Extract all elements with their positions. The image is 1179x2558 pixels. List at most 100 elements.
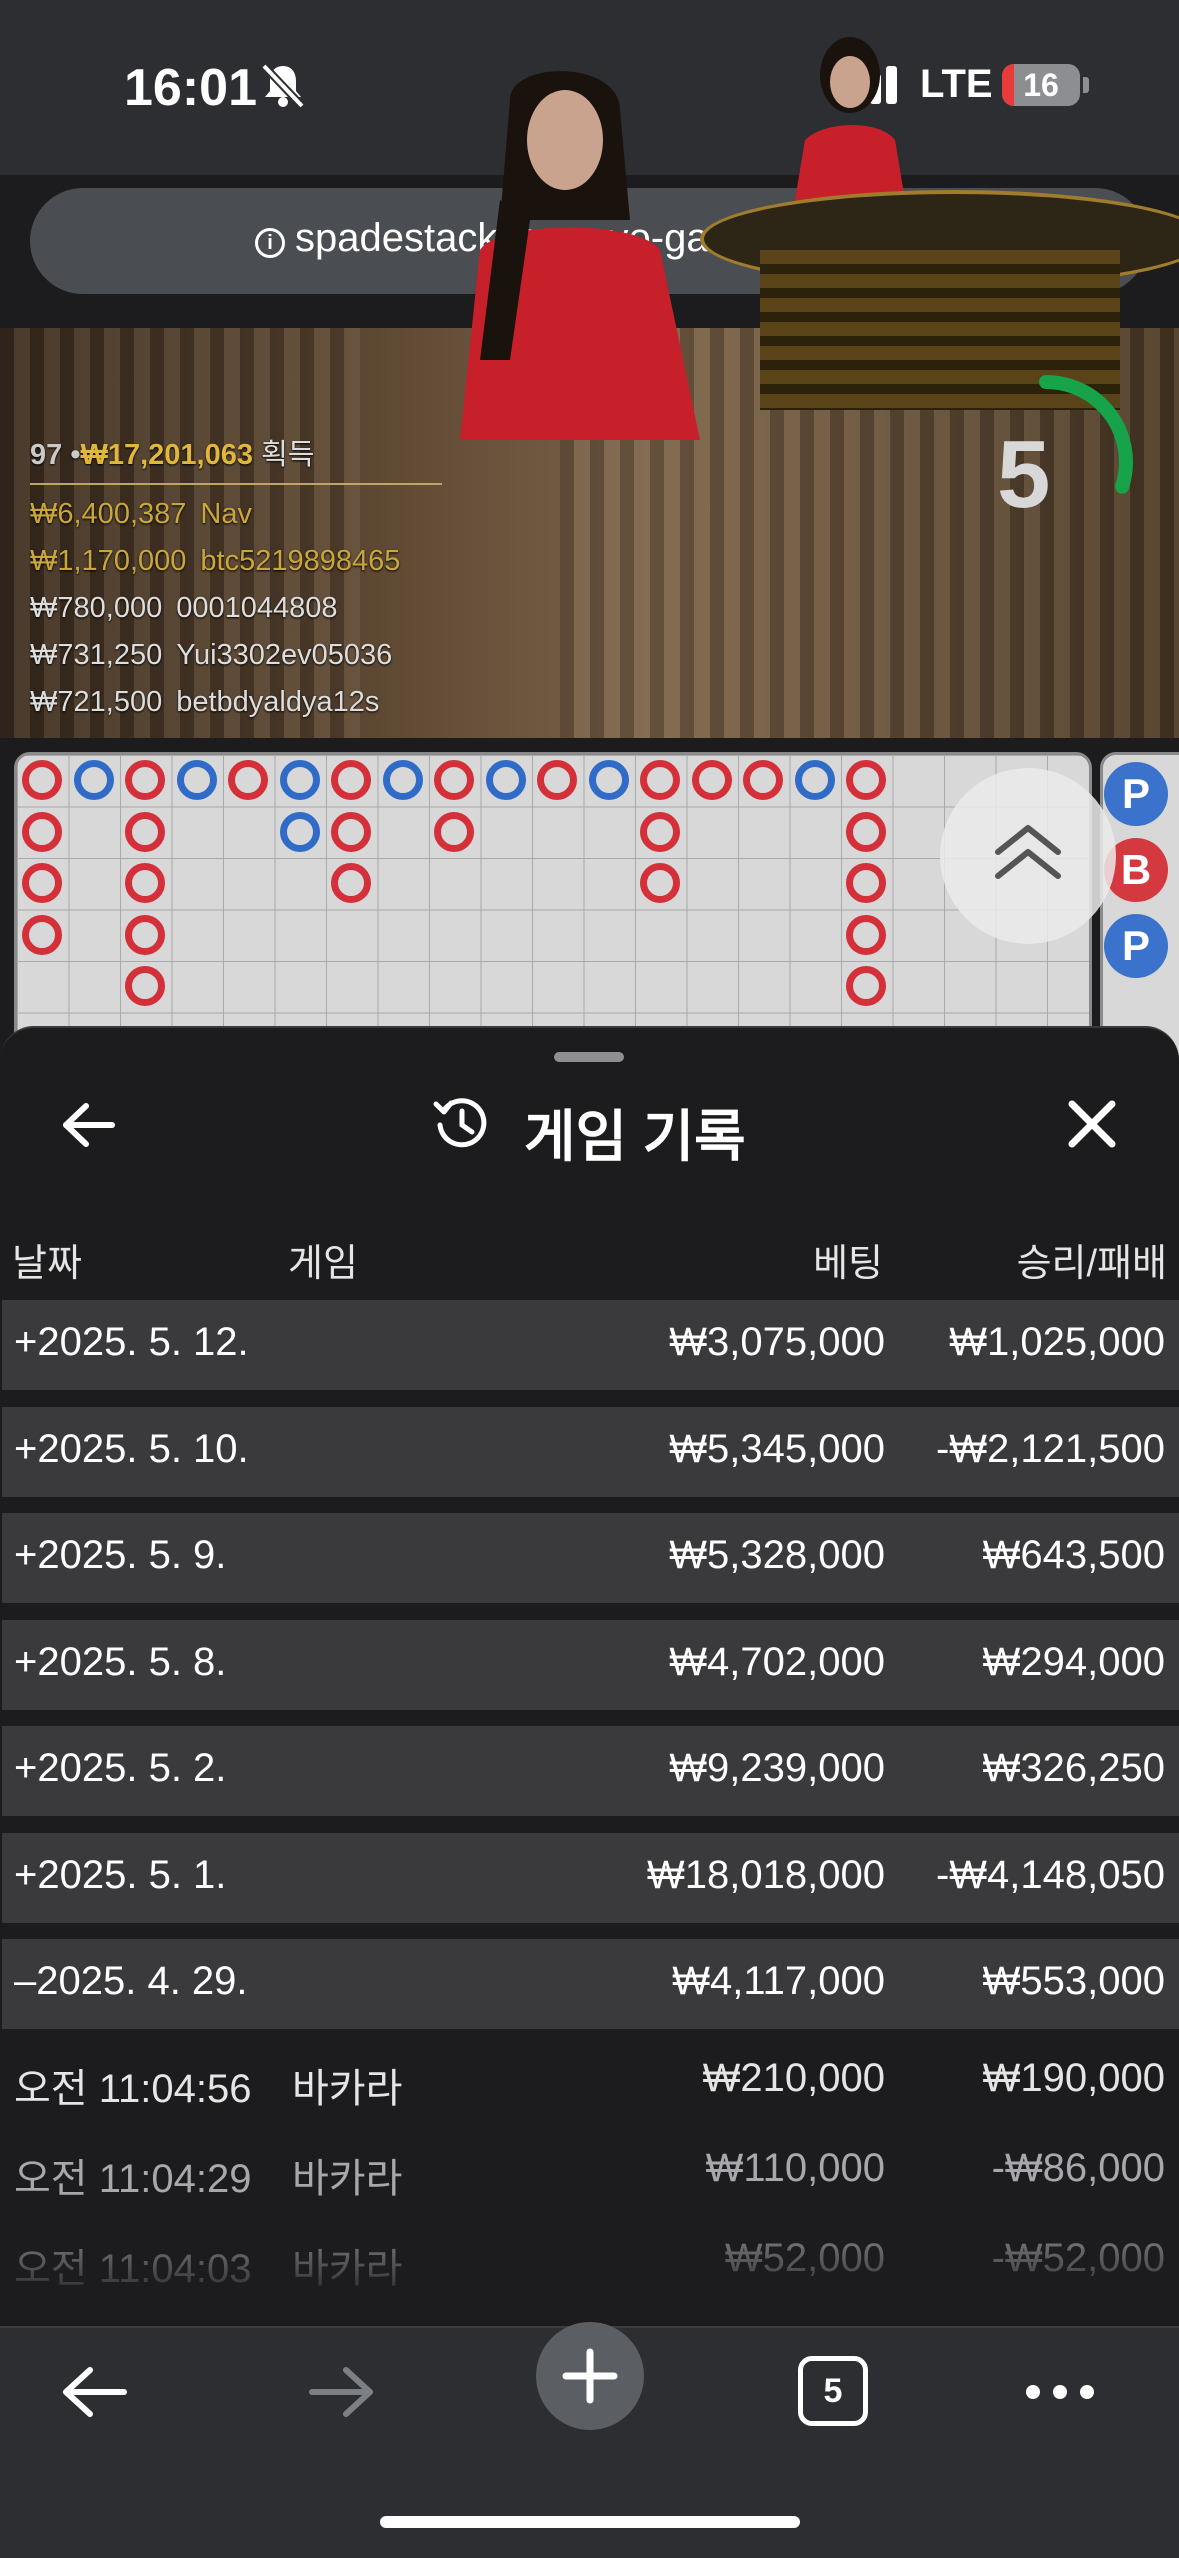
banker-bead <box>125 863 165 903</box>
banker-bead <box>125 760 165 800</box>
player-bead <box>279 811 320 852</box>
winner-amount: ₩6,400,387 <box>30 498 187 530</box>
day-bet: ₩9,239,000 <box>669 1746 885 1790</box>
winner-row: ₩721,500 betbdyaldya12s <box>30 679 442 726</box>
player-bead <box>485 760 526 800</box>
game-bet: ₩110,000 <box>705 2146 885 2190</box>
day-date: +2025. 5. 2. <box>14 1746 227 1790</box>
banker-bead <box>331 863 371 903</box>
prediction-badge[interactable]: P <box>1104 762 1168 826</box>
banker-bead <box>640 811 680 852</box>
banker-bead <box>22 914 62 955</box>
home-indicator <box>380 2516 800 2528</box>
winner-amount: ₩731,250 <box>30 639 163 671</box>
game-row[interactable]: 오전 11:04:56 바카라 ₩210,000 ₩190,000 <box>2 2038 1179 2128</box>
new-tab-icon[interactable] <box>536 2322 644 2430</box>
winner-row: ₩1,170,000 btc5219898465 <box>30 538 442 585</box>
winner-name: Nav <box>200 498 252 530</box>
day-bet: ₩5,328,000 <box>669 1533 885 1577</box>
banker-bead <box>691 760 732 800</box>
battery-icon: 16 <box>1002 64 1080 106</box>
banker-bead <box>228 760 268 800</box>
browser-forward-icon[interactable] <box>306 2362 376 2422</box>
bead-road[interactable] <box>14 752 1092 1058</box>
banker-bead <box>22 863 62 903</box>
battery-tip <box>1083 77 1089 93</box>
winner-name: betbdyaldya12s <box>176 686 380 718</box>
day-bet: ₩4,117,000 <box>672 1959 885 2003</box>
banker-bead <box>434 811 474 852</box>
day-date: +2025. 5. 10. <box>14 1426 249 1471</box>
winner-amount: ₩780,000 <box>30 592 163 624</box>
history-icon <box>433 1098 487 1148</box>
player-bead <box>382 760 423 800</box>
column-bet: 베팅 <box>813 1243 883 1285</box>
player-bead <box>794 760 835 800</box>
day-row[interactable]: +2025. 5. 10. ₩5,345,000 -₩2,121,500 <box>2 1406 1179 1497</box>
list-fade <box>0 2200 1179 2326</box>
sheet-grabber[interactable] <box>554 1052 624 1062</box>
site-info-icon[interactable]: i <box>255 228 285 258</box>
back-arrow-icon[interactable] <box>60 1100 116 1150</box>
tabs-button[interactable]: 5 <box>798 2356 868 2426</box>
day-date: +2025. 5. 1. <box>14 1852 227 1897</box>
winner-row: ₩780,000 0001044808 <box>30 585 442 632</box>
day-row[interactable]: +2025. 5. 9. ₩5,328,000 ₩643,500 <box>2 1513 1179 1603</box>
column-game: 게임 <box>288 1243 358 1285</box>
banker-bead <box>331 811 371 852</box>
banker-bead <box>125 914 165 955</box>
countdown-timer: 5 <box>997 421 1051 528</box>
day-winloss: ₩643,500 <box>982 1533 1165 1577</box>
banker-bead <box>640 863 680 903</box>
day-winloss: ₩294,000 <box>982 1639 1165 1684</box>
winner-amount: ₩1,170,000 <box>30 545 187 577</box>
sheet-title: 게임 기록 <box>524 1105 746 1168</box>
column-date: 날짜 <box>12 1243 82 1285</box>
player-bead <box>73 760 114 800</box>
banker-bead <box>22 760 62 800</box>
winner-row: ₩6,400,387 Nav <box>30 491 442 538</box>
banker-bead <box>434 760 474 800</box>
game-time: 오전 11:04:56 <box>14 2067 252 2111</box>
winner-name: btc5219898465 <box>200 545 401 577</box>
expand-up-button[interactable] <box>940 768 1116 944</box>
total-won: ₩17,201,063 <box>80 439 253 471</box>
day-bet: ₩3,075,000 <box>669 1320 885 1364</box>
banker-bead <box>743 760 783 800</box>
browser-back-icon[interactable] <box>60 2362 130 2422</box>
banker-bead <box>22 811 62 852</box>
network-type: LTE <box>920 62 993 106</box>
player-bead <box>176 760 217 800</box>
day-row[interactable]: –2025. 4. 29. ₩4,117,000 ₩553,000 <box>2 1939 1179 2029</box>
day-row[interactable]: +2025. 5. 2. ₩9,239,000 ₩326,250 <box>2 1726 1179 1816</box>
banker-bead <box>537 760 577 800</box>
game-winloss: -₩86,000 <box>991 2146 1165 2190</box>
banker-bead <box>846 811 886 852</box>
more-menu-icon[interactable] <box>1024 2378 1096 2406</box>
day-date: –2025. 4. 29. <box>14 1959 248 2003</box>
banker-bead <box>125 966 165 1006</box>
prediction-badge[interactable]: P <box>1104 914 1168 978</box>
banker-bead <box>846 760 886 800</box>
day-date: +2025. 5. 12. <box>14 1320 249 1364</box>
day-row[interactable]: +2025. 5. 8. ₩4,702,000 ₩294,000 <box>2 1619 1179 1710</box>
winner-name: 0001044808 <box>176 592 338 624</box>
day-winloss: ₩553,000 <box>982 1959 1165 2003</box>
person-icon: • <box>70 439 81 471</box>
day-row[interactable]: +2025. 5. 12. ₩3,075,000 ₩1,025,000 <box>2 1300 1179 1390</box>
winner-amount: ₩721,500 <box>30 686 163 718</box>
player-bead <box>588 760 629 800</box>
battery-level: 16 <box>1023 67 1059 103</box>
day-row[interactable]: +2025. 5. 1. ₩18,018,000 -₩4,148,050 <box>2 1832 1179 1923</box>
day-winloss: -₩4,148,050 <box>935 1852 1165 1897</box>
game-time: 오전 11:04:29 <box>14 2157 252 2201</box>
close-icon[interactable] <box>1064 1096 1120 1152</box>
game-bet: ₩210,000 <box>702 2056 885 2100</box>
banker-bead <box>846 863 886 903</box>
divider <box>30 483 442 485</box>
day-winloss: ₩326,250 <box>982 1746 1165 1790</box>
banker-bead <box>125 811 165 852</box>
day-date: +2025. 5. 9. <box>14 1533 227 1577</box>
status-time: 16:01 <box>124 59 257 117</box>
winner-name: Yui3302ev05036 <box>176 639 393 671</box>
